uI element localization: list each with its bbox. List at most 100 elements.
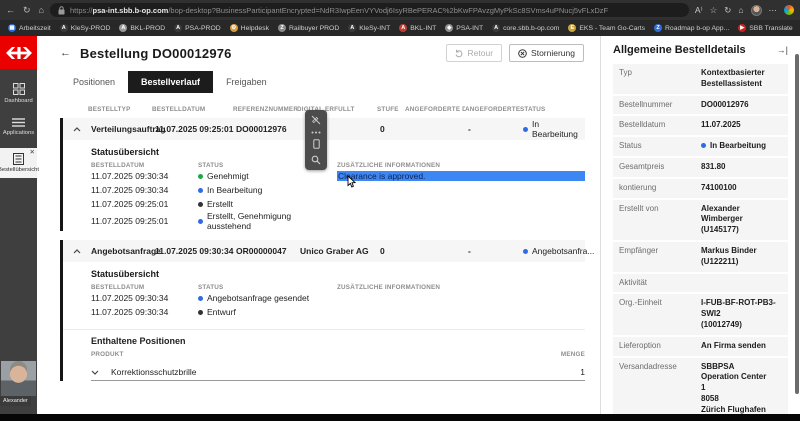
search-icon[interactable] xyxy=(311,155,321,165)
detail-label: Gesamtpreis xyxy=(619,162,701,173)
user-avatar[interactable] xyxy=(1,361,36,396)
detail-value: An Firma senden xyxy=(701,341,782,352)
detail-value: DO00012976 xyxy=(701,100,782,111)
sidebar-item-bestelluebersicht-active[interactable]: ✕ Bestellübersicht xyxy=(0,148,37,178)
tab[interactable]: Freigaben xyxy=(213,71,280,93)
column-header: STATUS xyxy=(520,106,585,113)
detail-row: Empfänger Markus Binder (U122211) xyxy=(613,242,788,272)
bookmarks-bar: ▦ Arbeitszeit A KleSy-PROD A BKL-PROD A … xyxy=(0,20,800,36)
bookmark-item[interactable]: A KleSy-INT xyxy=(348,24,390,32)
tab-bar: Positionen Bestellverlauf Freigaben xyxy=(60,71,600,93)
detail-label: Lieferoption xyxy=(619,341,701,352)
sbb-logo[interactable] xyxy=(0,36,37,69)
stornierung-button[interactable]: Stornierung xyxy=(509,44,584,62)
detail-label: Status xyxy=(619,141,701,152)
expand-chevron-icon[interactable] xyxy=(91,367,111,377)
detail-value: I-FUB-BF-ROT-PB3-SWI2 (10012749) xyxy=(701,298,782,330)
bookmark-item[interactable]: A BKL-PROD xyxy=(119,24,165,32)
panel-scrollbar[interactable] xyxy=(795,54,799,394)
status-row: 11.07.2025 09:25:01 Erstellt, Genehmigun… xyxy=(91,211,585,225)
detail-value: Markus Binder (U122211) xyxy=(701,246,782,268)
detail-value: Alexander Wimberger (U145177) xyxy=(701,204,782,236)
bookmark-icon: E xyxy=(568,24,576,32)
tab[interactable]: Positionen xyxy=(60,71,128,93)
detail-label: Empfänger xyxy=(619,246,701,268)
collections-icon[interactable]: ⌂ xyxy=(738,5,743,15)
detail-value: In Bearbeitung xyxy=(701,141,782,152)
home-icon[interactable]: ⌂ xyxy=(39,5,44,15)
bookmark-item[interactable]: A KleSy-PROD xyxy=(60,24,111,32)
detail-row: Org.-Einheit I-FUB-BF-ROT-PB3-SWI2 (1001… xyxy=(613,294,788,334)
detail-row: Erstellt von Alexander Wimberger (U14517… xyxy=(613,200,788,240)
collapse-chevron-icon[interactable] xyxy=(63,127,91,132)
detail-row: Status In Bearbeitung xyxy=(613,137,788,156)
status-row: 11.07.2025 09:30:34 Angebotsanfrage gese… xyxy=(91,291,585,305)
detail-row: Lieferoption An Firma senden xyxy=(613,337,788,356)
bookmark-item[interactable]: ◆ PSA-INT xyxy=(445,24,483,32)
back-navigation-icon[interactable]: ← xyxy=(60,47,71,59)
bookmark-item[interactable]: ▶ SBB Translate xyxy=(738,24,792,32)
order-details-panel: Allgemeine Bestelldetails →| Typ Kontext… xyxy=(601,36,800,414)
position-row[interactable]: Korrektionsschutzbrille 1 xyxy=(91,363,585,381)
left-sidebar: Dashboard Applications ✕ Bestellübersich… xyxy=(0,36,37,414)
url-input[interactable]: https://psa-int.sbb.b-op.com/bop-desktop… xyxy=(50,3,689,17)
back-icon[interactable]: ← xyxy=(6,5,15,15)
pen-slash-icon[interactable] xyxy=(311,115,321,125)
column-header: ANGEFORDERTES LIEF... xyxy=(465,106,520,113)
collapse-panel-icon[interactable]: →| xyxy=(777,45,788,55)
detail-row: Bestellnummer DO00012976 xyxy=(613,96,788,115)
additional-info-text[interactable]: Clearance is approved. xyxy=(337,171,585,181)
detail-label: Aktivität xyxy=(619,278,701,289)
lock-icon xyxy=(58,6,65,15)
sidebar-item-dashboard[interactable]: Dashboard xyxy=(0,83,37,104)
tab[interactable]: Bestellverlauf xyxy=(128,71,213,93)
bookmark-item[interactable]: A BKL-INT xyxy=(399,24,436,32)
retour-button[interactable]: Retour xyxy=(446,44,503,62)
detail-row: Aktivität xyxy=(613,274,788,293)
detail-row: Typ Kontextbasierter Bestellassistent xyxy=(613,64,788,94)
copilot-icon[interactable] xyxy=(784,5,794,15)
status-row: 11.07.2025 09:30:34 In Bearbeitung xyxy=(91,183,585,197)
bookmark-item[interactable]: ▦ Arbeitszeit xyxy=(8,24,51,32)
refresh-icon[interactable]: ↻ xyxy=(23,5,31,16)
close-icon[interactable]: ✕ xyxy=(30,149,35,157)
panel-title: Allgemeine Bestelldetails xyxy=(613,44,746,56)
bookmark-icon: ▶ xyxy=(738,24,746,32)
bookmark-icon: A xyxy=(492,24,500,32)
detail-value: 11.07.2025 xyxy=(701,120,782,131)
mouse-cursor xyxy=(347,175,356,188)
detail-label: kontierung xyxy=(619,183,701,194)
browser-address-bar: ← ↻ ⌂ https://psa-int.sbb.b-op.com/bop-d… xyxy=(0,0,800,20)
detail-label: Bestellnummer xyxy=(619,100,701,111)
detail-value: Kontextbasierter Bestellassistent xyxy=(701,68,782,90)
bookmark-icon: A xyxy=(348,24,356,32)
history-group-row[interactable]: Angebotsanfrage 11.07.2025 09:30:34 OR00… xyxy=(63,240,585,262)
sidebar-item-applications[interactable]: Applications xyxy=(0,118,37,136)
detail-label: Versandadresse xyxy=(619,362,701,414)
status-badge: Angebotsanfra... xyxy=(523,246,594,256)
bookmark-item[interactable]: Z Roadmap b-op App... xyxy=(654,24,729,32)
status-row: 11.07.2025 09:30:34 Genehmigt Clearance … xyxy=(91,169,585,183)
more-options-icon[interactable] xyxy=(311,131,321,134)
detail-label: Erstellt von xyxy=(619,204,701,236)
favorite-star-icon[interactable]: ☆ xyxy=(710,5,718,16)
bookmark-icon: A xyxy=(119,24,127,32)
bookmark-item[interactable]: E EKS - Team Go-Carts xyxy=(568,24,645,32)
url-text: https://psa-int.sbb.b-op.com/bop-desktop… xyxy=(70,6,608,15)
bookmark-item[interactable]: ⚙ Helpdesk xyxy=(230,24,269,32)
sidebar-item-label: Bestellübersicht xyxy=(0,167,39,174)
browser-profile-avatar[interactable] xyxy=(751,5,762,16)
extension-icon[interactable]: ↻ xyxy=(724,5,731,16)
copy-icon[interactable] xyxy=(313,139,320,149)
collapse-chevron-icon[interactable] xyxy=(63,249,91,254)
bookmark-icon: A xyxy=(399,24,407,32)
bookmark-item[interactable]: Z Railbuyer PROD xyxy=(278,24,339,32)
detail-value: 831.80 xyxy=(701,162,782,173)
selection-mini-toolbar xyxy=(305,110,327,170)
browser-menu-icon[interactable]: ⋯ xyxy=(769,5,778,16)
bookmark-item[interactable]: A PSA-PROD xyxy=(174,24,221,32)
read-aloud-icon[interactable]: A⁾ xyxy=(695,5,703,16)
bookmark-item[interactable]: A core.sbb.b-op.com xyxy=(492,24,559,32)
main-content: ← Bestellung DO00012976 Retour Stornieru… xyxy=(37,36,600,414)
bookmark-icon: Z xyxy=(278,24,286,32)
